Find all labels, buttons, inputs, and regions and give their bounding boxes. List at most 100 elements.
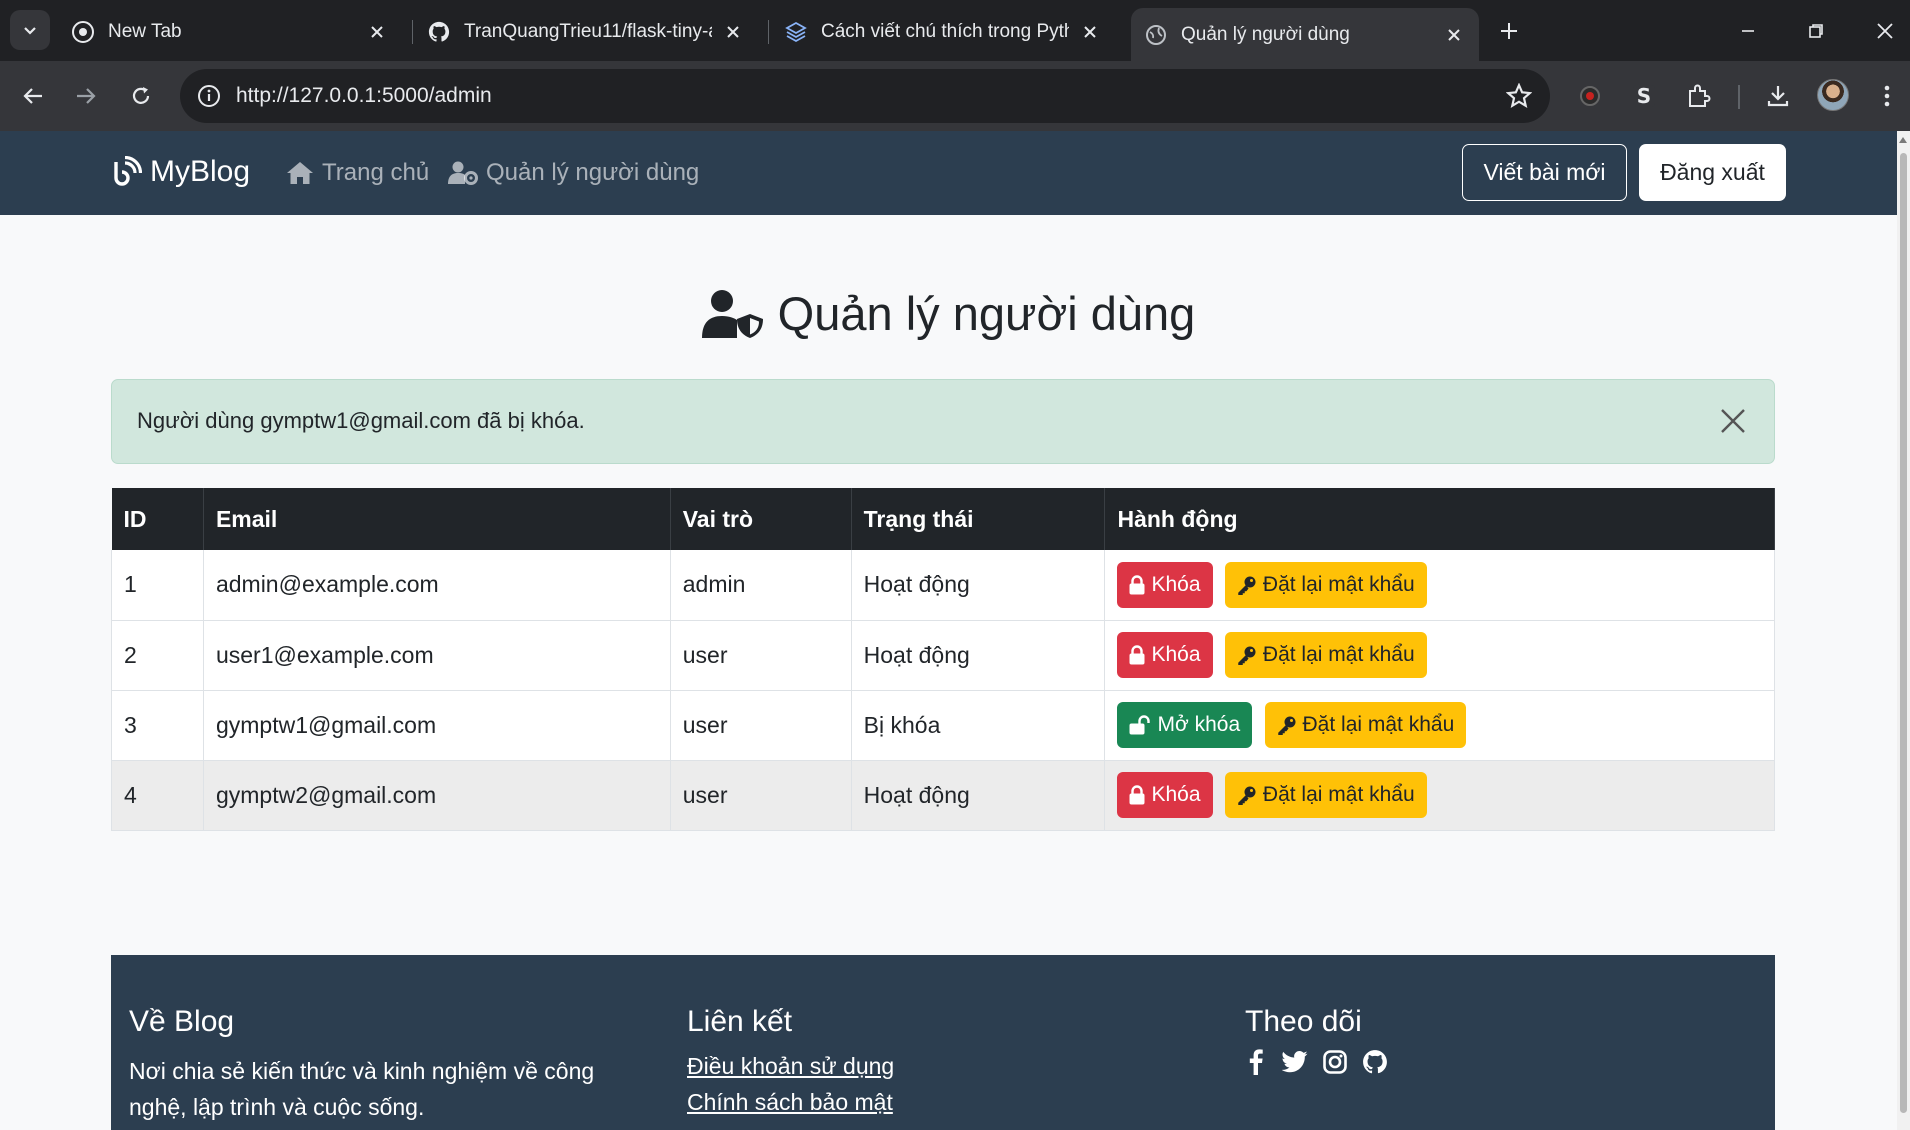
github-icon: [428, 21, 450, 43]
close-icon[interactable]: [1079, 21, 1101, 43]
brand-name: MyBlog: [150, 155, 251, 188]
nav-link-label: Trang chủ: [322, 159, 430, 186]
cell-email: gymptw1@gmail.com: [203, 690, 671, 761]
twitter-icon[interactable]: [1280, 1047, 1310, 1077]
extension-record-icon[interactable]: [1574, 80, 1606, 112]
table-header-row: ID Email Vai trò Trạng thái Hành động: [111, 488, 1775, 550]
address-bar[interactable]: http://127.0.0.1:5000/admin: [180, 69, 1550, 123]
cell-role: user: [670, 620, 852, 691]
close-icon[interactable]: [722, 21, 744, 43]
users-table: ID Email Vai trò Trạng thái Hành động 1 …: [111, 488, 1775, 831]
cell-email: gymptw2@gmail.com: [203, 760, 671, 831]
chevron-down-icon: [24, 27, 36, 35]
reset-password-label: Đặt lại mật khẩu: [1262, 572, 1415, 596]
page-heading: Quản lý người dùng: [0, 286, 1897, 341]
minimize-button[interactable]: [1731, 14, 1765, 48]
reset-password-button[interactable]: Đặt lại mật khẩu: [1224, 632, 1427, 678]
close-icon: [1721, 409, 1745, 433]
nav-link-user-management[interactable]: Quản lý người dùng: [448, 159, 699, 187]
page-scrollbar[interactable]: [1897, 131, 1910, 1130]
download-icon[interactable]: [1762, 80, 1794, 112]
arrow-right-icon: [77, 88, 96, 104]
home-icon: [286, 161, 314, 185]
table-row: 2 user1@example.com user Hoạt động Khóa …: [111, 620, 1775, 691]
toolbar-separator: [1738, 85, 1740, 109]
user-shield-icon: [701, 289, 764, 339]
github-icon[interactable]: [1360, 1047, 1390, 1077]
footer-about-title: Về Blog: [129, 1005, 235, 1038]
tab-title: TranQuangTrieu11/flask-tiny-ap: [464, 20, 712, 42]
lock-button-label: Khóa: [1151, 572, 1201, 596]
reset-password-label: Đặt lại mật khẩu: [1262, 643, 1415, 666]
reset-password-button[interactable]: Đặt lại mật khẩu: [1224, 772, 1427, 818]
footer-links-title: Liên kết: [687, 1005, 793, 1038]
new-post-button[interactable]: Viết bài mới: [1462, 144, 1627, 201]
tab-user-management[interactable]: Quản lý người dùng: [1131, 8, 1479, 61]
restore-button[interactable]: [1799, 14, 1833, 48]
lock-button[interactable]: Khóa: [1117, 632, 1213, 678]
column-header-email: Email: [203, 488, 671, 550]
site-info-icon[interactable]: [196, 83, 222, 109]
site-navbar: MyBlog Trang chủ Quản lý người dùng Viết…: [0, 131, 1897, 215]
reset-password-button[interactable]: Đặt lại mật khẩu: [1264, 702, 1467, 748]
cell-actions: Khóa Đặt lại mật khẩu: [1104, 760, 1775, 831]
key-icon: [1237, 575, 1257, 595]
brand-link[interactable]: MyBlog: [110, 155, 250, 189]
tab-separator: [768, 20, 769, 44]
chrome-icon: [72, 20, 94, 43]
reset-password-button[interactable]: Đặt lại mật khẩu: [1224, 561, 1427, 608]
footer-about-text: Nơi chia sẻ kiến thức và kinh nghiệm về …: [129, 1058, 595, 1120]
instagram-icon[interactable]: [1320, 1047, 1350, 1077]
close-window-button[interactable]: [1868, 14, 1902, 48]
page-viewport: MyBlog Trang chủ Quản lý người dùng Viết…: [0, 131, 1897, 1130]
logout-button[interactable]: Đăng xuất: [1639, 144, 1786, 201]
tab-separator: [412, 20, 413, 44]
extensions-puzzle-icon[interactable]: [1683, 80, 1715, 112]
forward-button[interactable]: [67, 77, 105, 115]
lock-button[interactable]: Khóa: [1117, 772, 1213, 818]
reload-icon: [132, 87, 150, 104]
scrollbar-thumb[interactable]: [1900, 153, 1907, 1113]
close-icon[interactable]: [366, 21, 388, 43]
tab-python-comments[interactable]: Cách viết chú thích trong Pytho: [771, 10, 1115, 53]
minimize-icon: [1742, 30, 1754, 32]
reload-button[interactable]: [122, 77, 160, 115]
lock-icon: [1129, 785, 1145, 805]
cell-id: 4: [111, 760, 204, 831]
cell-role: admin: [670, 550, 852, 621]
facebook-icon[interactable]: [1241, 1047, 1271, 1077]
browser-toolbar: http://127.0.0.1:5000/admin S: [0, 61, 1910, 131]
column-header-role: Vai trò: [670, 488, 852, 550]
reset-password-label: Đặt lại mật khẩu: [1302, 713, 1455, 736]
site-footer: Về Blog Nơi chia sẻ kiến thức và kinh ng…: [111, 955, 1775, 1130]
lock-button[interactable]: Khóa: [1117, 561, 1213, 608]
close-icon[interactable]: [1443, 24, 1465, 46]
new-tab-button[interactable]: [1494, 16, 1524, 46]
alert-close-button[interactable]: [1717, 405, 1749, 437]
plus-icon: [1501, 23, 1517, 39]
nav-link-home[interactable]: Trang chủ: [286, 159, 429, 187]
scroll-up-arrow-icon[interactable]: [1899, 137, 1907, 143]
tab-github[interactable]: TranQuangTrieu11/flask-tiny-ap: [414, 10, 758, 53]
cell-actions: Khóa Đặt lại mật khẩu: [1104, 620, 1775, 691]
browser-menu-icon[interactable]: [1871, 80, 1903, 112]
url-text[interactable]: http://127.0.0.1:5000/admin: [236, 84, 492, 108]
lock-icon: [1129, 645, 1145, 665]
tab-search-button[interactable]: [10, 10, 50, 50]
cell-email: admin@example.com: [203, 550, 671, 621]
key-icon: [1237, 785, 1257, 805]
extension-s-icon[interactable]: S: [1628, 80, 1660, 112]
back-button[interactable]: [14, 77, 52, 115]
unlock-button[interactable]: Mở khóa: [1117, 702, 1253, 748]
blog-logo-icon: [114, 156, 142, 186]
cell-email: user1@example.com: [203, 620, 671, 691]
tab-title: Quản lý người dùng: [1181, 23, 1350, 45]
footer-link-privacy[interactable]: Chính sách bảo mật: [687, 1089, 893, 1116]
profile-avatar[interactable]: [1817, 79, 1849, 111]
footer-link-terms[interactable]: Điều khoản sử dụng: [687, 1053, 894, 1080]
user-gear-icon: [448, 161, 478, 185]
globe-icon: [1145, 24, 1167, 46]
tab-new-tab[interactable]: New Tab: [58, 10, 402, 53]
column-header-status: Trạng thái: [851, 488, 1106, 550]
bookmark-star-icon[interactable]: [1506, 83, 1532, 109]
